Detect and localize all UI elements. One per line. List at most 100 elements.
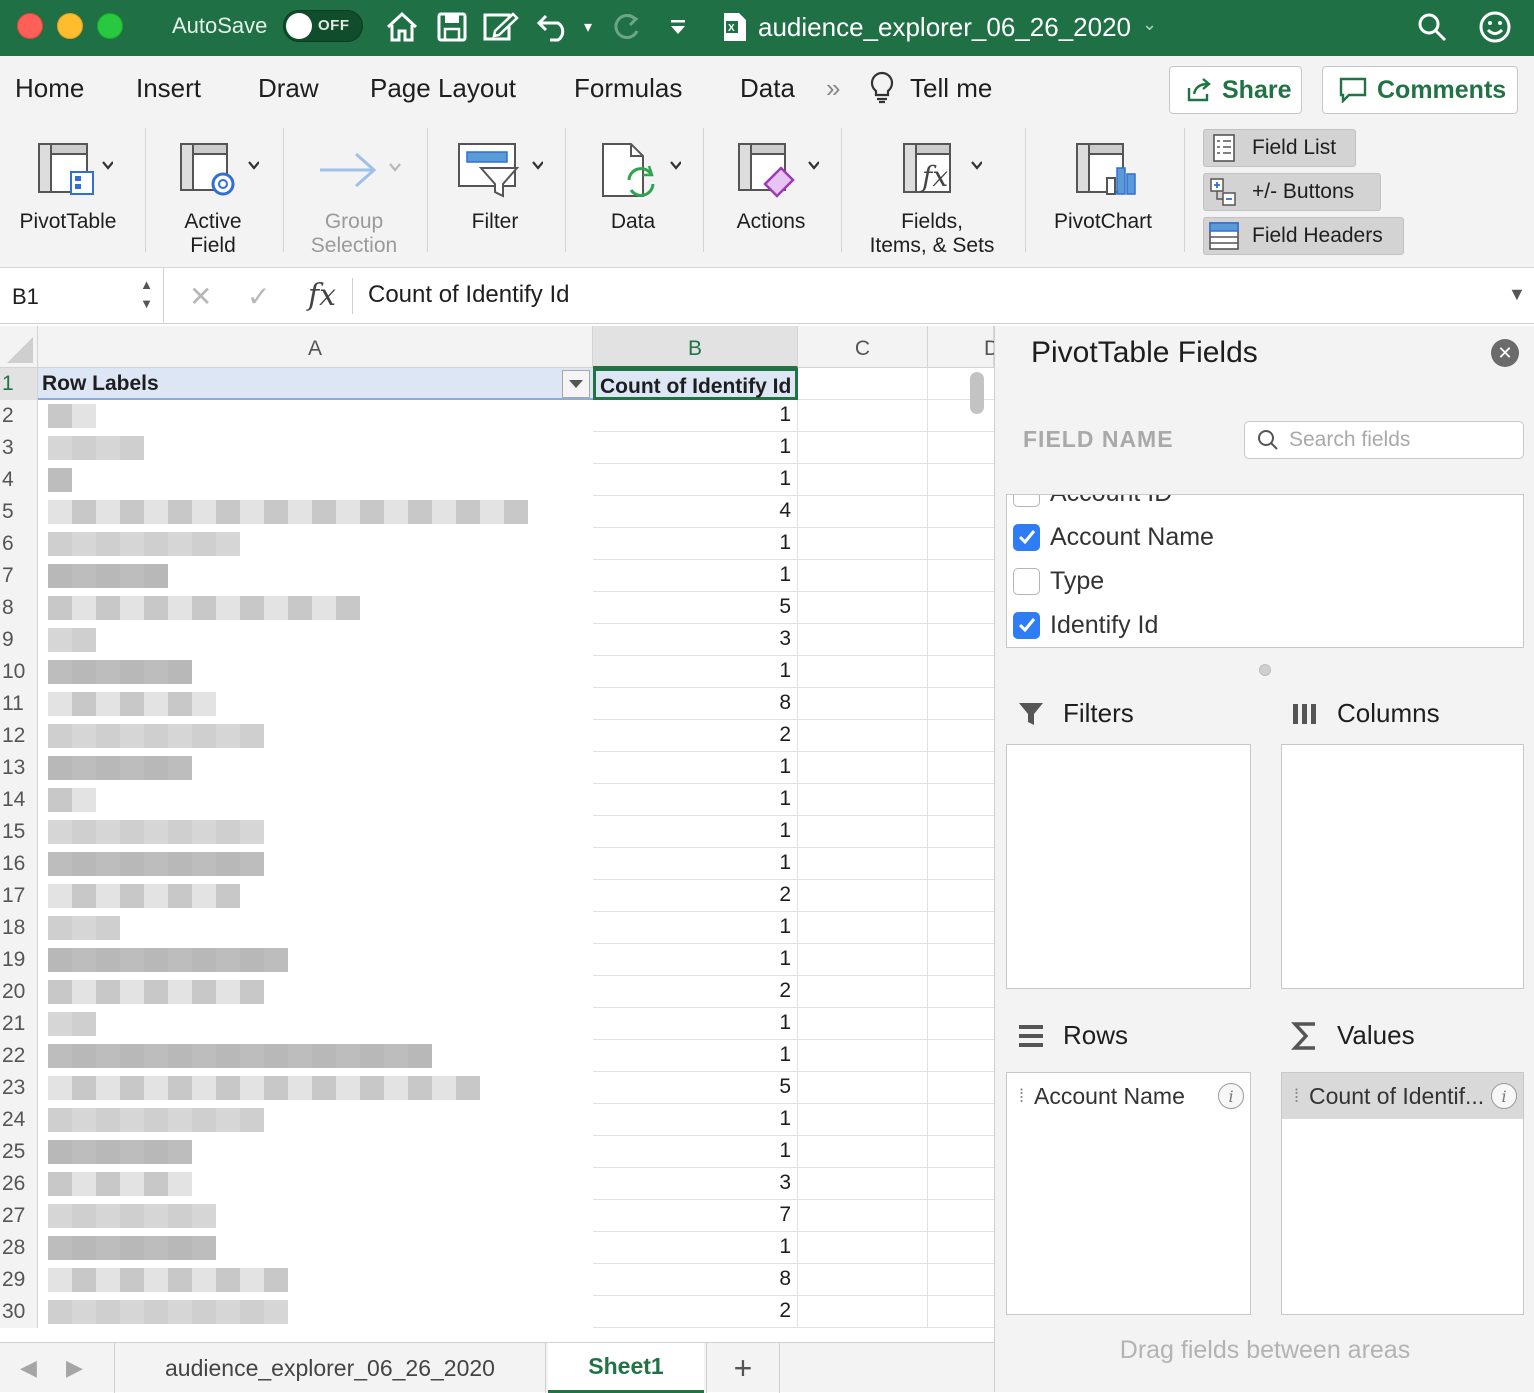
empty-cell[interactable] xyxy=(798,432,928,464)
count-cell[interactable]: 2 xyxy=(593,1296,798,1328)
row-number[interactable]: 12 xyxy=(0,720,38,752)
splitter-handle[interactable] xyxy=(1259,664,1271,676)
worksheet-grid[interactable]: A B C D 1 Row Labels Count of Identify I… xyxy=(0,326,994,1342)
empty-cell[interactable] xyxy=(798,848,928,880)
info-icon[interactable]: i xyxy=(1218,1083,1244,1109)
redacted-account-name-cell[interactable] xyxy=(38,912,593,944)
column-header-b[interactable]: B xyxy=(593,326,798,368)
row-number[interactable]: 6 xyxy=(0,528,38,560)
row-number[interactable]: 8 xyxy=(0,592,38,624)
empty-cell[interactable] xyxy=(928,1168,994,1200)
empty-cell[interactable] xyxy=(928,624,994,656)
count-cell[interactable]: 1 xyxy=(593,560,798,592)
empty-cell[interactable] xyxy=(798,528,928,560)
share-button[interactable]: Share xyxy=(1169,66,1302,114)
fields-items-sets-button[interactable]: fx Fields, Items, & Sets xyxy=(856,130,1008,258)
row-number[interactable]: 22 xyxy=(0,1040,38,1072)
sheet-tab-sheet1[interactable]: Sheet1 xyxy=(548,1343,704,1393)
checkbox-checked-icon[interactable] xyxy=(1013,611,1040,639)
row-number[interactable]: 9 xyxy=(0,624,38,656)
tab-home[interactable]: Home xyxy=(15,73,84,104)
row-number[interactable]: 21 xyxy=(0,1008,38,1040)
smiley-icon[interactable] xyxy=(1476,8,1514,46)
plus-minus-buttons-toggle[interactable]: +/- Buttons xyxy=(1203,173,1381,211)
empty-cell[interactable] xyxy=(928,1264,994,1296)
close-window-button[interactable] xyxy=(17,13,43,39)
expand-formula-bar-icon[interactable]: ▼ xyxy=(1508,284,1526,305)
minimize-window-button[interactable] xyxy=(57,13,83,39)
filters-drop-area[interactable] xyxy=(1006,744,1251,989)
autosave-toggle[interactable]: OFF xyxy=(283,10,363,42)
empty-cell[interactable] xyxy=(928,752,994,784)
empty-cell[interactable] xyxy=(798,784,928,816)
redacted-account-name-cell[interactable] xyxy=(38,624,593,656)
row-number[interactable]: 13 xyxy=(0,752,38,784)
undo-icon[interactable] xyxy=(534,8,574,46)
count-cell[interactable]: 7 xyxy=(593,1200,798,1232)
empty-cell[interactable] xyxy=(928,944,994,976)
column-header-c[interactable]: C xyxy=(798,326,928,368)
field-headers-toggle[interactable]: Field Headers xyxy=(1203,217,1404,255)
row-number[interactable]: 18 xyxy=(0,912,38,944)
tab-data[interactable]: Data xyxy=(740,73,795,104)
save-icon[interactable] xyxy=(436,8,468,46)
active-field-button[interactable]: Active Field xyxy=(160,130,266,258)
row-labels-filter-button[interactable] xyxy=(562,370,590,398)
row-number[interactable]: 10 xyxy=(0,656,38,688)
undo-dropdown-icon[interactable]: ▾ xyxy=(578,8,598,46)
empty-cell[interactable] xyxy=(798,592,928,624)
empty-cell[interactable] xyxy=(798,1008,928,1040)
count-cell[interactable]: 2 xyxy=(593,720,798,752)
redacted-account-name-cell[interactable] xyxy=(38,784,593,816)
count-cell[interactable]: 3 xyxy=(593,624,798,656)
count-cell[interactable]: 1 xyxy=(593,912,798,944)
redacted-account-name-cell[interactable] xyxy=(38,496,593,528)
empty-cell[interactable] xyxy=(928,464,994,496)
empty-cell[interactable] xyxy=(928,1008,994,1040)
redacted-account-name-cell[interactable] xyxy=(38,944,593,976)
count-cell[interactable]: 4 xyxy=(593,496,798,528)
count-cell[interactable]: 2 xyxy=(593,976,798,1008)
count-cell[interactable]: 5 xyxy=(593,592,798,624)
row-number[interactable]: 25 xyxy=(0,1136,38,1168)
empty-cell[interactable] xyxy=(928,784,994,816)
row-number[interactable]: 24 xyxy=(0,1104,38,1136)
empty-cell[interactable] xyxy=(798,1296,928,1328)
drag-handle-icon[interactable]: ⁞ xyxy=(1294,1086,1299,1107)
tell-me-label[interactable]: Tell me xyxy=(910,73,992,104)
select-all-button[interactable] xyxy=(0,326,38,368)
count-cell[interactable]: 1 xyxy=(593,784,798,816)
redacted-account-name-cell[interactable] xyxy=(38,1168,593,1200)
field-item[interactable]: Account Name xyxy=(1007,515,1214,559)
actions-button[interactable]: Actions xyxy=(718,130,824,234)
row-number[interactable]: 2 xyxy=(0,400,38,432)
count-cell[interactable]: 1 xyxy=(593,400,798,432)
insert-function-icon[interactable]: fx xyxy=(308,278,336,313)
empty-cell[interactable] xyxy=(928,688,994,720)
document-title[interactable]: audience_explorer_06_26_2020 xyxy=(758,12,1131,43)
search-icon[interactable] xyxy=(1414,8,1450,46)
customize-icon[interactable] xyxy=(664,8,692,46)
empty-cell[interactable] xyxy=(798,944,928,976)
tab-page-layout[interactable]: Page Layout xyxy=(370,73,516,104)
comments-button[interactable]: Comments xyxy=(1322,66,1518,114)
empty-cell[interactable] xyxy=(928,816,994,848)
formula-input[interactable]: Count of Identify Id xyxy=(368,281,569,309)
edit-icon[interactable] xyxy=(482,8,520,46)
count-cell[interactable]: 1 xyxy=(593,1104,798,1136)
count-cell[interactable]: 1 xyxy=(593,1232,798,1264)
row-number[interactable]: 4 xyxy=(0,464,38,496)
empty-cell[interactable] xyxy=(798,464,928,496)
redacted-account-name-cell[interactable] xyxy=(38,880,593,912)
count-cell[interactable]: 1 xyxy=(593,848,798,880)
empty-cell[interactable] xyxy=(798,688,928,720)
redacted-account-name-cell[interactable] xyxy=(38,1200,593,1232)
empty-cell[interactable] xyxy=(798,976,928,1008)
redacted-account-name-cell[interactable] xyxy=(38,528,593,560)
redacted-account-name-cell[interactable] xyxy=(38,1008,593,1040)
empty-cell[interactable] xyxy=(798,1136,928,1168)
redacted-account-name-cell[interactable] xyxy=(38,592,593,624)
empty-cell[interactable] xyxy=(798,624,928,656)
empty-cell[interactable] xyxy=(798,1168,928,1200)
empty-cell[interactable] xyxy=(928,1200,994,1232)
